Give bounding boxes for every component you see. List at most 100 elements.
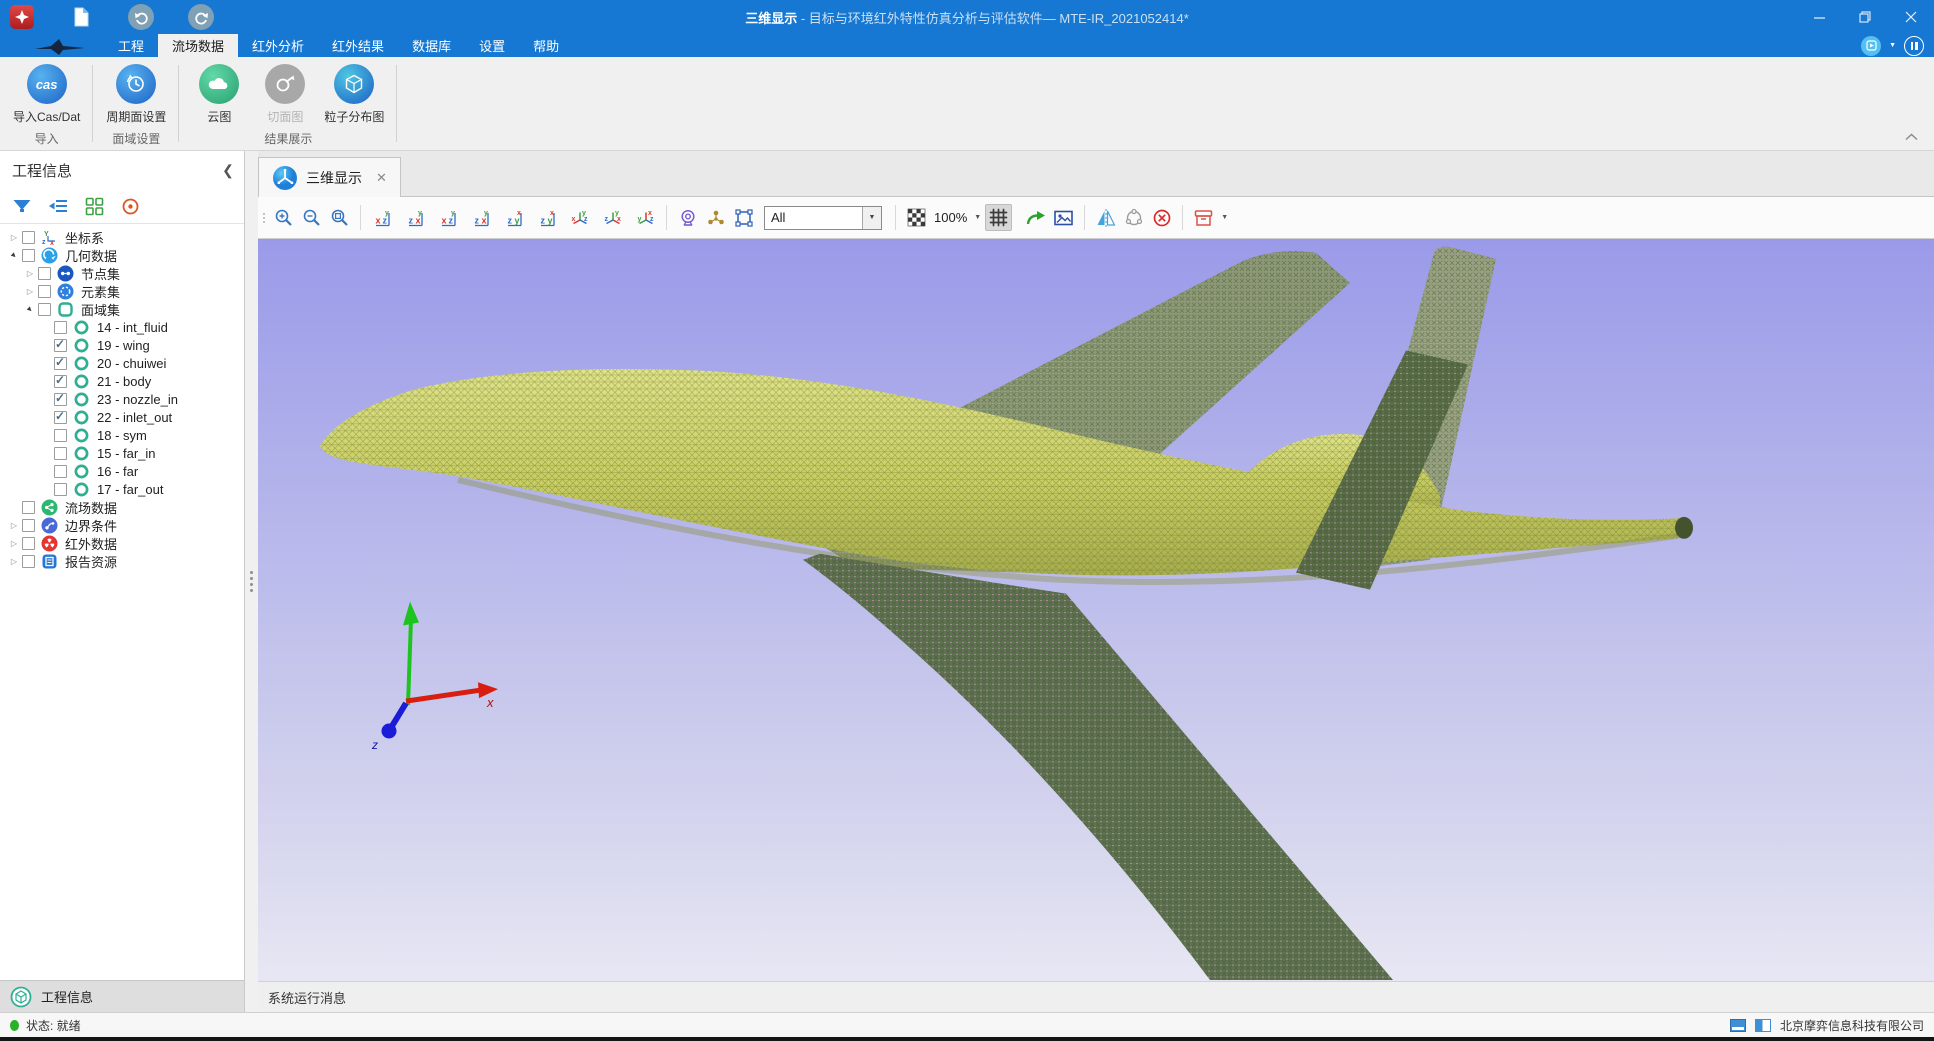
transparency-checker-icon[interactable]	[903, 204, 930, 231]
selection-box-icon[interactable]	[730, 204, 757, 231]
tree-row-5[interactable]: 14 - int_fluid	[0, 318, 244, 336]
zoom-fit-icon[interactable]	[326, 204, 353, 231]
view-back-icon[interactable]: yzx	[401, 204, 428, 231]
tree-row-0[interactable]: ▷Yzx坐标系	[0, 228, 244, 246]
tree-checkbox[interactable]	[22, 537, 35, 550]
tree-row-2[interactable]: ▷节点集	[0, 264, 244, 282]
tree-checkbox[interactable]	[54, 357, 67, 370]
view-right-icon[interactable]: yzx	[467, 204, 494, 231]
archive-save-icon[interactable]	[1190, 204, 1217, 231]
view-bottom-icon[interactable]: xzy	[533, 204, 560, 231]
tab-3d-display[interactable]: 三维显示 ✕	[258, 157, 401, 197]
tree-expander-icon[interactable]: ▷	[6, 539, 22, 548]
zoom-in-icon[interactable]	[270, 204, 297, 231]
view-left-icon[interactable]: yxz	[434, 204, 461, 231]
app-icon[interactable]	[10, 5, 34, 29]
viewport-3d[interactable]: x z	[258, 239, 1934, 981]
menu-item-1[interactable]: 流场数据	[158, 34, 238, 57]
camera-view-icon[interactable]	[674, 204, 701, 231]
tree-row-16[interactable]: ▷边界条件	[0, 516, 244, 534]
tree-checkbox[interactable]	[22, 519, 35, 532]
tree-checkbox[interactable]	[22, 501, 35, 514]
tree-row-4[interactable]: ▸面域集	[0, 300, 244, 318]
close-button[interactable]	[1888, 0, 1934, 34]
import-cas-dat-button[interactable]: cas 导入Cas/Dat	[8, 60, 85, 126]
tree-row-13[interactable]: 16 - far	[0, 462, 244, 480]
tree-row-11[interactable]: 18 - sym	[0, 426, 244, 444]
tree-checkbox[interactable]	[54, 483, 67, 496]
menu-item-6[interactable]: 帮助	[519, 34, 573, 57]
contour-map-button[interactable]: 云图	[187, 60, 251, 126]
tree-row-9[interactable]: 23 - nozzle_in	[0, 390, 244, 408]
tree-checkbox[interactable]	[54, 429, 67, 442]
split-layout-icon[interactable]	[1755, 1019, 1771, 1032]
export-share-icon[interactable]	[1022, 204, 1049, 231]
tree-checkbox[interactable]	[54, 393, 67, 406]
view-iso-2-icon[interactable]: yxz	[599, 204, 626, 231]
new-document-icon[interactable]	[68, 4, 94, 30]
mirror-flip-icon[interactable]	[1092, 204, 1119, 231]
tree-row-7[interactable]: 20 - chuiwei	[0, 354, 244, 372]
panel-footer-tab[interactable]: 工程信息	[0, 980, 244, 1012]
filter-icon[interactable]	[10, 194, 34, 218]
style-switch-icon[interactable]	[1861, 36, 1881, 56]
tree-row-8[interactable]: 21 - body	[0, 372, 244, 390]
tree-expander-icon[interactable]: ▸	[4, 245, 23, 264]
view-iso-3-icon[interactable]: xzy	[632, 204, 659, 231]
grid-view-icon[interactable]	[82, 194, 106, 218]
display-filter-combo[interactable]: All ▼	[764, 206, 882, 230]
panel-collapse-icon[interactable]: ❮	[216, 162, 240, 179]
view-top-icon[interactable]: xzy	[500, 204, 527, 231]
tab-close-icon[interactable]: ✕	[376, 170, 387, 186]
tree-checkbox[interactable]	[22, 249, 35, 262]
tree-expander-icon[interactable]: ▷	[6, 557, 22, 566]
tree-checkbox[interactable]	[54, 375, 67, 388]
locate-target-icon[interactable]	[118, 194, 142, 218]
periodic-face-button[interactable]: 周期面设置	[101, 60, 171, 126]
combo-dropdown-icon[interactable]: ▼	[862, 207, 881, 229]
restore-button[interactable]	[1842, 0, 1888, 34]
tree-row-3[interactable]: ▷元素集	[0, 282, 244, 300]
sphere-nodes-icon[interactable]	[1120, 204, 1147, 231]
view-iso-1-icon[interactable]: yzx	[566, 204, 593, 231]
tree-checkbox[interactable]	[22, 231, 35, 244]
tree-row-14[interactable]: 17 - far_out	[0, 480, 244, 498]
molecule-nodes-icon[interactable]	[702, 204, 729, 231]
tree-checkbox[interactable]	[54, 411, 67, 424]
tree-checkbox[interactable]	[54, 447, 67, 460]
tree-expander-icon[interactable]: ▷	[6, 521, 22, 530]
ribbon-collapse-chevron-icon[interactable]	[1905, 129, 1918, 144]
tree-row-6[interactable]: 19 - wing	[0, 336, 244, 354]
tree-checkbox[interactable]	[38, 267, 51, 280]
tree-checkbox[interactable]	[38, 285, 51, 298]
tree-checkbox[interactable]	[54, 321, 67, 334]
menu-item-3[interactable]: 红外结果	[318, 34, 398, 57]
tree-row-15[interactable]: 流场数据	[0, 498, 244, 516]
delete-clear-icon[interactable]	[1148, 204, 1175, 231]
redo-icon[interactable]	[188, 4, 214, 30]
tree-expander-icon[interactable]: ▷	[22, 287, 38, 296]
particle-map-button[interactable]: 粒子分布图	[319, 60, 389, 126]
tree-expander-icon[interactable]: ▷	[22, 269, 38, 278]
tree-checkbox[interactable]	[38, 303, 51, 316]
tree-checkbox[interactable]	[22, 555, 35, 568]
panel-splitter[interactable]	[245, 151, 258, 1012]
layout-toggle-icon[interactable]	[1904, 36, 1924, 56]
zoom-out-icon[interactable]	[298, 204, 325, 231]
toolbar-drag-handle[interactable]	[263, 213, 265, 223]
undo-icon[interactable]	[128, 4, 154, 30]
tree-row-18[interactable]: ▷报告资源	[0, 552, 244, 570]
tree-row-12[interactable]: 15 - far_in	[0, 444, 244, 462]
grid-toggle-icon[interactable]	[985, 204, 1012, 231]
menu-item-5[interactable]: 设置	[465, 34, 519, 57]
menu-item-2[interactable]: 红外分析	[238, 34, 318, 57]
menu-item-4[interactable]: 数据库	[398, 34, 465, 57]
tree-expander-icon[interactable]: ▸	[20, 299, 39, 318]
system-message-header[interactable]: 系统运行消息	[258, 981, 1934, 1012]
tree-row-1[interactable]: ▸几何数据	[0, 246, 244, 264]
tree-checkbox[interactable]	[54, 339, 67, 352]
zoom-percent-value[interactable]: 100%	[934, 210, 967, 225]
tree-row-10[interactable]: 22 - inlet_out	[0, 408, 244, 426]
style-dropdown-caret-icon[interactable]: ▼	[1889, 42, 1896, 49]
menu-item-0[interactable]: 工程	[104, 34, 158, 57]
